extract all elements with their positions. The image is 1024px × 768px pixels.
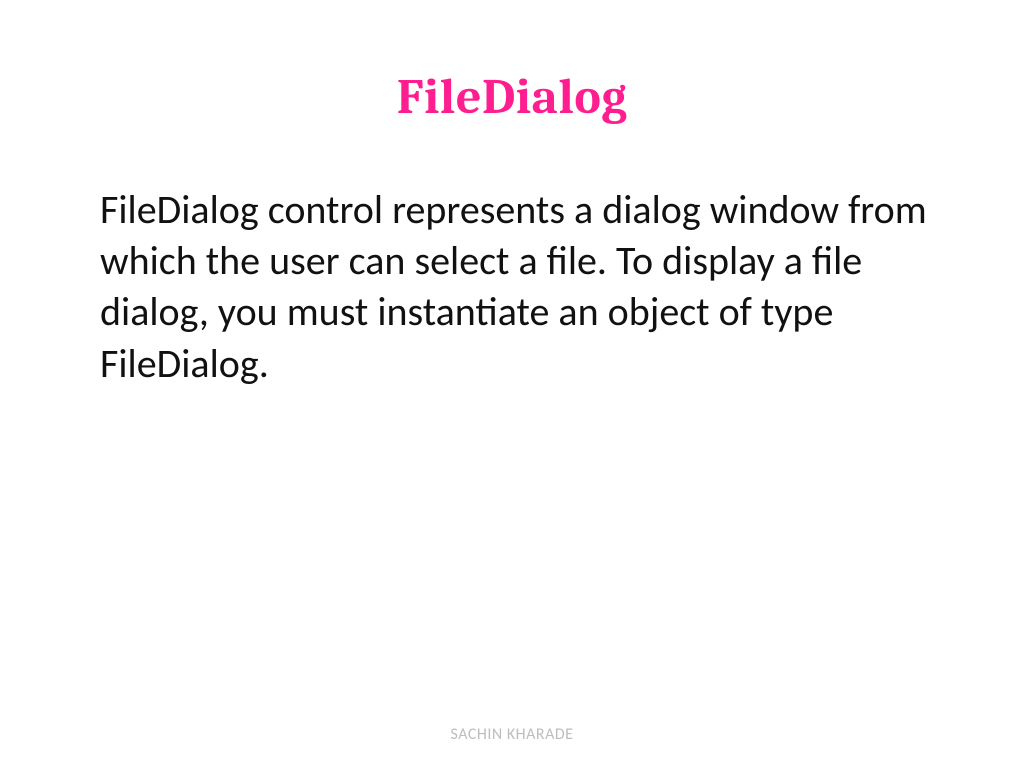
slide: FileDialog FileDialog control represents… — [0, 0, 1024, 768]
slide-title: FileDialog — [0, 68, 1024, 126]
slide-footer-author: SACHIN KHARADE — [0, 725, 1024, 744]
slide-body-text: FileDialog control represents a dialog w… — [100, 184, 930, 389]
